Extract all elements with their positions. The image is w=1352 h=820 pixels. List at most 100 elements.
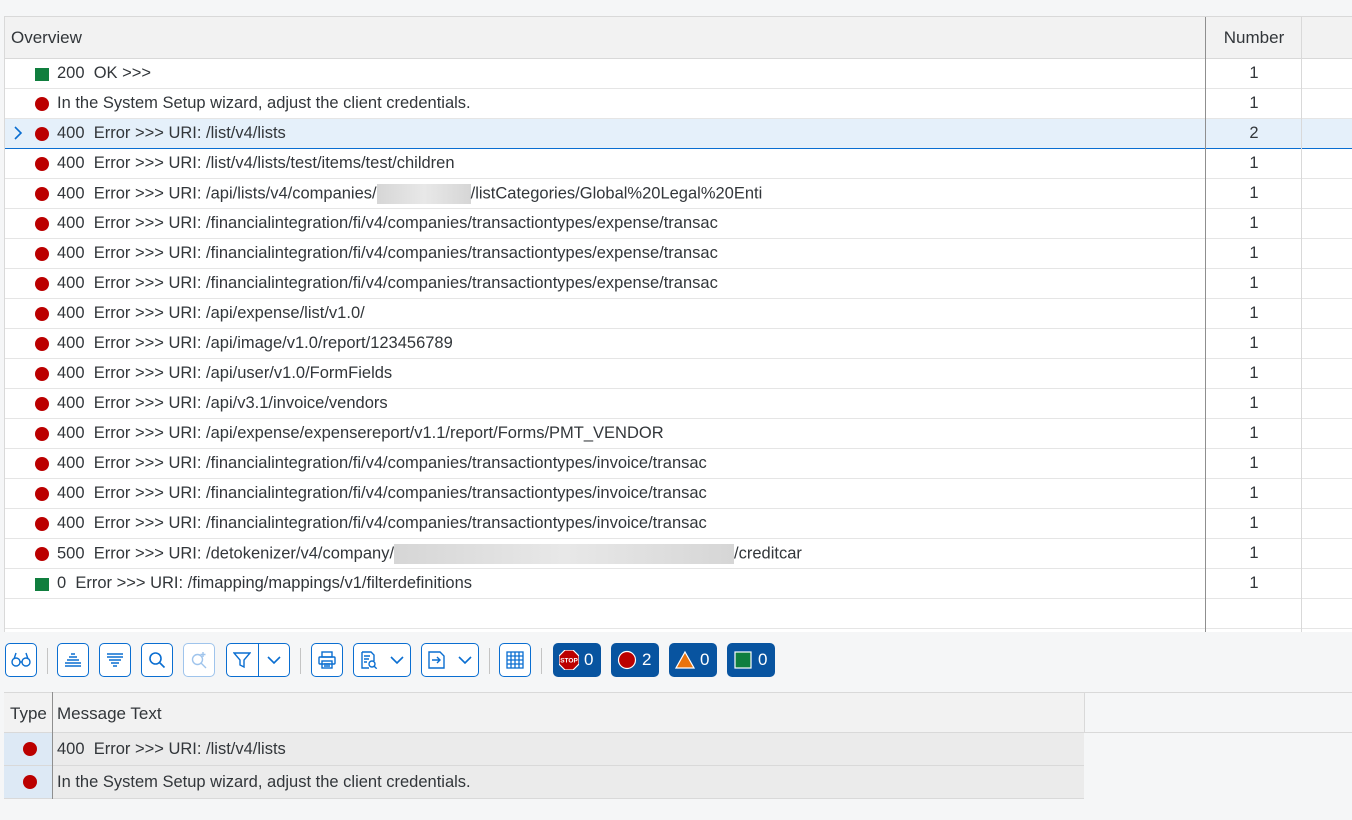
tree-row[interactable]: 400 Error >>> URI: /financialintegration… [5, 239, 1352, 269]
tree-row[interactable]: 400 Error >>> URI: /api/expense/list/v1.… [5, 299, 1352, 329]
layout-button[interactable] [499, 643, 531, 677]
red-circle-icon [35, 457, 49, 471]
tree-row-text: 500 Error >>> URI: /detokenizer/v4/compa… [57, 544, 802, 564]
red-circle-icon [35, 277, 49, 291]
tree-row[interactable]: 400 Error >>> URI: /financialintegration… [5, 479, 1352, 509]
print-preview-icon [360, 651, 378, 669]
tree-row-text: 400 Error >>> URI: /api/expense/expenser… [57, 424, 664, 442]
tree-row[interactable]: 400 Error >>> URI: /financialintegration… [5, 509, 1352, 539]
filter-button[interactable] [226, 643, 290, 677]
tree-row[interactable]: 400 Error >>> URI: /api/v3.1/invoice/ven… [5, 389, 1352, 419]
search-next-icon [190, 651, 208, 669]
message-text: 400 Error >>> URI: /list/v4/lists [57, 740, 286, 758]
tree-row[interactable]: 400 Error >>> URI: /list/v4/lists 2 [5, 119, 1352, 149]
tree-row-text: 400 Error >>> URI: /financialintegration… [57, 484, 707, 502]
tree-row[interactable]: 400 Error >>> URI: /financialintegration… [5, 449, 1352, 479]
export-icon [428, 651, 446, 669]
column-divider[interactable] [1301, 17, 1302, 632]
tree-row-number: 1 [1249, 214, 1259, 232]
filter-icon [227, 651, 258, 669]
tree-row-number: 1 [1249, 154, 1259, 172]
sort-descending-icon [106, 652, 124, 668]
success-count-button[interactable]: 0 [727, 643, 775, 677]
stop-count-button[interactable]: STOP 0 [553, 643, 601, 677]
toolbar-separator [300, 648, 301, 674]
tree-row[interactable]: 400 Error >>> URI: /financialintegration… [5, 209, 1352, 239]
search-icon [148, 651, 166, 669]
tree-row[interactable]: 400 Error >>> URI: /api/image/v1.0/repor… [5, 329, 1352, 359]
tree-row-number: 1 [1249, 94, 1259, 112]
search-next-button[interactable] [183, 643, 215, 677]
tree-row-text: 400 Error >>> URI: /api/user/v1.0/FormFi… [57, 364, 393, 382]
export-button[interactable] [421, 643, 479, 677]
red-circle-icon [35, 367, 49, 381]
tree-row[interactable]: 500 Error >>> URI: /detokenizer/v4/compa… [5, 539, 1352, 569]
tree-row-number: 1 [1249, 244, 1259, 262]
message-type-cell[interactable] [4, 733, 52, 765]
tree-row-number: 1 [1249, 394, 1259, 412]
tree-row-text: 400 Error >>> URI: /financialintegration… [57, 454, 707, 472]
tree-row[interactable]: 400 Error >>> URI: /list/v4/lists/test/i… [5, 149, 1352, 179]
message-toolbar: STOP 0 2 0 0 [0, 640, 1352, 684]
tree-row[interactable]: 400 Error >>> URI: /financialintegration… [5, 269, 1352, 299]
tree-row-number: 1 [1249, 334, 1259, 352]
details-button[interactable] [5, 643, 37, 677]
overview-tree: Overview Number 200 OK >>> 1 In the System… [4, 16, 1352, 632]
toolbar-separator [47, 648, 48, 674]
view-button[interactable] [353, 643, 411, 677]
tree-row[interactable]: 400 Error >>> URI: /api/expense/expenser… [5, 419, 1352, 449]
tree-row-text: 400 Error >>> URI: /api/lists/v4/compani… [57, 184, 763, 204]
column-divider[interactable] [52, 692, 53, 799]
search-button[interactable] [141, 643, 173, 677]
tree-row-text: 400 Error >>> URI: /list/v4/lists [57, 124, 286, 142]
print-button[interactable] [311, 643, 343, 677]
message-row[interactable]: 400 Error >>> URI: /list/v4/lists [4, 733, 1084, 766]
chevron-down-icon[interactable] [259, 655, 290, 665]
chevron-right-icon[interactable] [13, 125, 25, 141]
sort-ascending-icon [64, 652, 82, 668]
table-grid-icon [506, 651, 524, 669]
stop-count: 0 [584, 650, 594, 669]
red-circle-icon [35, 337, 49, 351]
tree-row-text: 400 Error >>> URI: /list/v4/lists/test/i… [57, 154, 455, 172]
tree-row[interactable]: 200 OK >>> 1 [5, 59, 1352, 89]
column-header-overview[interactable]: Overview [11, 28, 82, 48]
red-circle-icon [35, 517, 49, 531]
column-header-message-text[interactable]: Message Text [57, 704, 162, 724]
message-grid: Type Message Text 400 Error >>> URI: /li… [4, 692, 1352, 820]
error-count-button[interactable]: 2 [611, 643, 659, 677]
column-header-number[interactable]: Number [1206, 28, 1302, 48]
tree-row-number: 1 [1249, 484, 1259, 502]
red-circle-icon [35, 547, 49, 561]
tree-row-text: 200 OK >>> [57, 64, 152, 82]
red-circle-icon [35, 247, 49, 261]
tree-row-number: 1 [1249, 574, 1259, 592]
message-row[interactable]: In the System Setup wizard, adjust the c… [4, 766, 1084, 799]
chevron-down-icon [390, 655, 404, 665]
tree-row-number: 1 [1249, 454, 1259, 472]
green-square-icon [35, 68, 49, 81]
toolbar-separator [489, 648, 490, 674]
tree-row[interactable]: 400 Error >>> URI: /api/user/v1.0/FormFi… [5, 359, 1352, 389]
red-circle-icon [35, 127, 49, 141]
warning-count-button[interactable]: 0 [669, 643, 717, 677]
tree-row[interactable]: 0 Error >>> URI: /fimapping/mappings/v1/… [5, 569, 1352, 599]
tree-row-number: 1 [1249, 514, 1259, 532]
tree-row-text: 400 Error >>> URI: /api/v3.1/invoice/ven… [57, 394, 388, 412]
message-type-cell[interactable] [4, 766, 52, 798]
message-header: Type Message Text [4, 692, 1084, 733]
sort-descending-button[interactable] [99, 643, 131, 677]
warning-count: 0 [700, 650, 710, 669]
tree-row-text: 400 Error >>> URI: /api/image/v1.0/repor… [57, 334, 453, 352]
toolbar-separator [541, 648, 542, 674]
tree-row[interactable]: 400 Error >>> URI: /api/lists/v4/compani… [5, 179, 1352, 209]
tree-row-text: 0 Error >>> URI: /fimapping/mappings/v1/… [57, 574, 472, 592]
tree-row-number: 1 [1249, 364, 1259, 382]
sort-ascending-button[interactable] [57, 643, 89, 677]
tree-row[interactable]: In the System Setup wizard, adjust the c… [5, 89, 1352, 119]
warning-triangle-icon [675, 650, 695, 670]
column-divider[interactable] [1205, 17, 1206, 632]
tree-row-text: 400 Error >>> URI: /financialintegration… [57, 244, 718, 262]
tree-row-number: 1 [1249, 274, 1259, 292]
column-header-type[interactable]: Type [10, 704, 47, 724]
